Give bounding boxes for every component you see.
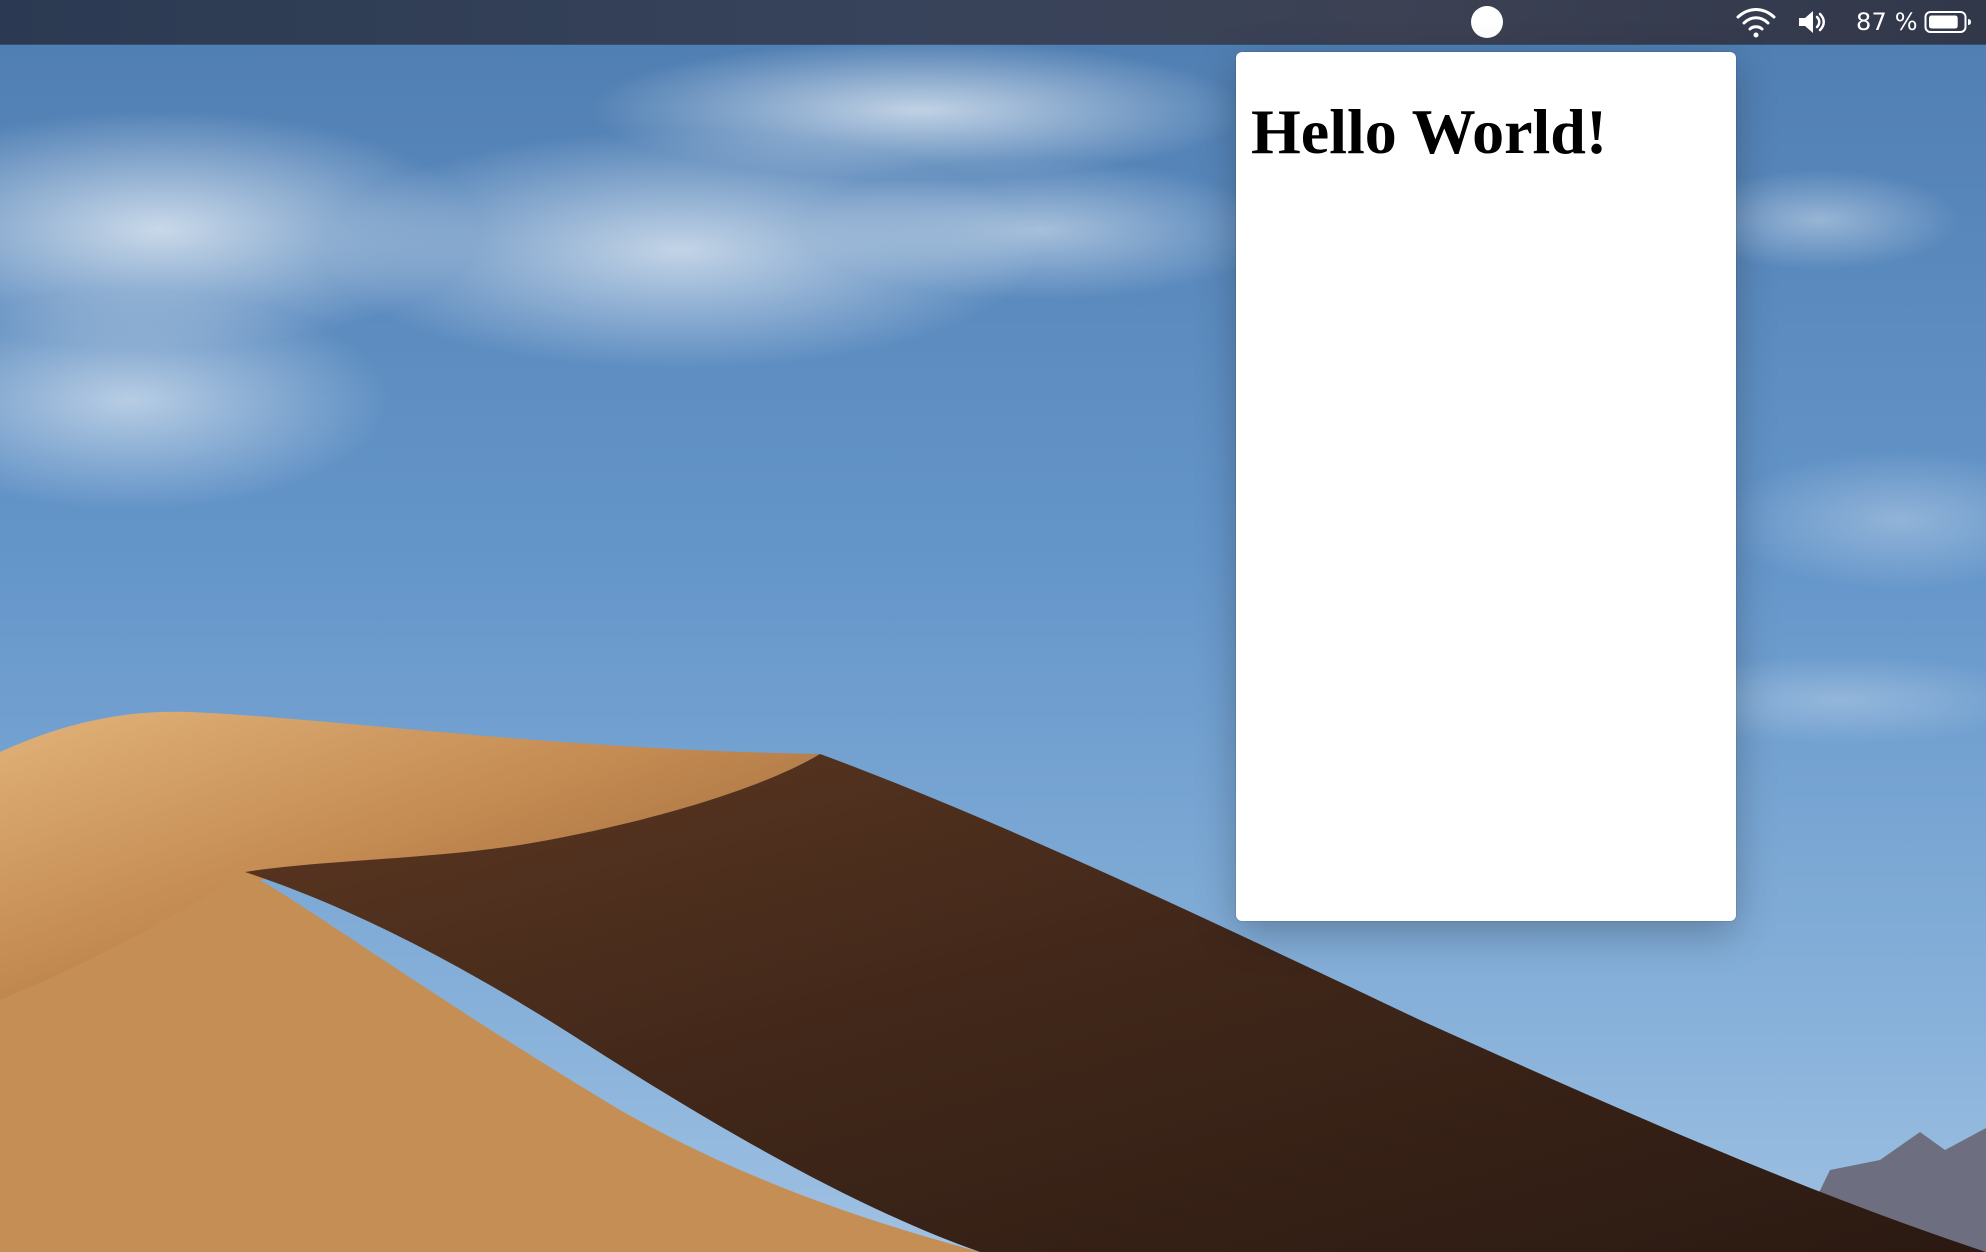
battery-percentage[interactable]: 87 % bbox=[1856, 6, 1918, 38]
popover-heading: Hello World! bbox=[1251, 96, 1608, 167]
menu-bar-popover: Hello World! bbox=[1236, 52, 1736, 921]
menu-bar: 87 % bbox=[0, 0, 1986, 44]
desktop: 87 % Hello World! bbox=[0, 0, 1986, 1252]
volume-icon[interactable] bbox=[1796, 8, 1828, 36]
battery-icon[interactable] bbox=[1924, 10, 1972, 34]
status-item-circle-icon[interactable] bbox=[1471, 6, 1503, 38]
wifi-icon[interactable] bbox=[1734, 5, 1778, 39]
